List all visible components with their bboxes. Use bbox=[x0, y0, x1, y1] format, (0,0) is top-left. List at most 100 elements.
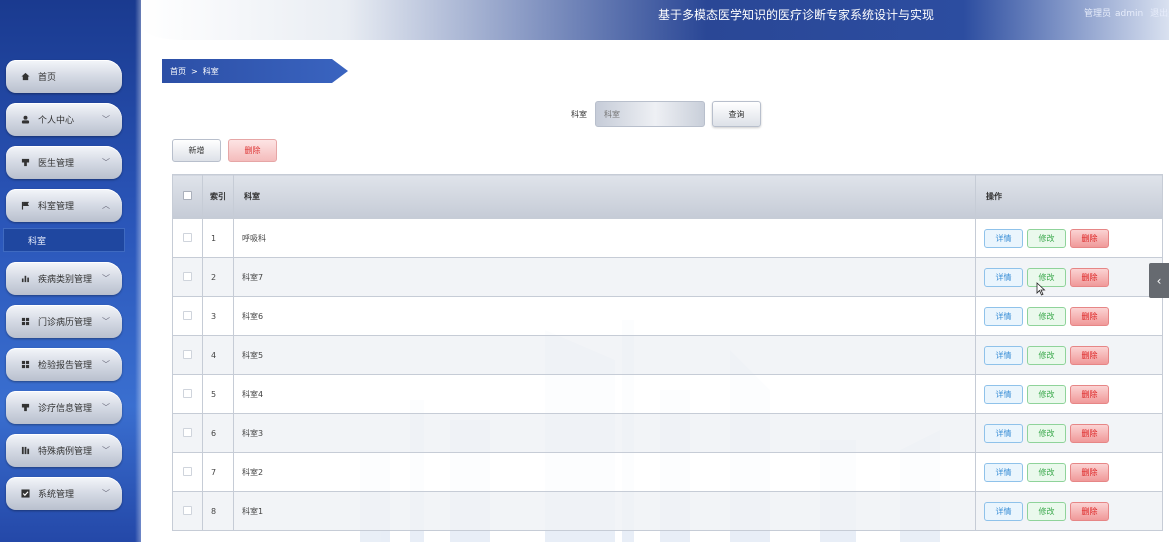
sidebar-item-2[interactable]: 个人中心 ﹀ bbox=[6, 103, 122, 136]
chevron-down-icon: ﹀ bbox=[102, 403, 110, 412]
chevron-down-icon: ﹀ bbox=[102, 489, 110, 498]
bar-icon bbox=[20, 446, 30, 456]
row-action-group: 详情 修改 删除 bbox=[984, 267, 1162, 287]
doctor-icon bbox=[20, 158, 30, 168]
row-action-group: 详情 修改 删除 bbox=[984, 423, 1162, 443]
row-index: 8 bbox=[202, 491, 234, 531]
sidebar-menu: 首页 个人中心 ﹀ 医生管理 ﹀ 科室管理 ︿ 科室 疾病类别管理 ﹀ 门诊病历管理 ﹀ 检验报告管理 ﹀… bbox=[3, 60, 125, 520]
delete-button[interactable]: 删除 bbox=[1070, 228, 1109, 248]
add-button[interactable]: 新增 bbox=[172, 139, 221, 162]
table-row: 5 科室4 详情 修改 删除 bbox=[172, 374, 1163, 414]
row-select-cell bbox=[172, 296, 203, 336]
detail-button[interactable]: 详情 bbox=[984, 384, 1023, 404]
row-department: 科室6 bbox=[233, 296, 976, 336]
edit-button[interactable]: 修改 bbox=[1027, 384, 1066, 404]
row-operations: 详情 修改 删除 bbox=[975, 491, 1163, 531]
delete-button[interactable]: 删除 bbox=[1070, 501, 1109, 521]
delete-button[interactable]: 删除 bbox=[1070, 306, 1109, 326]
detail-button[interactable]: 详情 bbox=[984, 501, 1023, 521]
sidebar-item-4[interactable]: 科室管理 ︿ bbox=[6, 189, 122, 222]
edit-button[interactable]: 修改 bbox=[1027, 228, 1066, 248]
row-action-group: 详情 修改 删除 bbox=[984, 228, 1162, 248]
sidebar-item-7[interactable]: 检验报告管理 ﹀ bbox=[6, 348, 122, 381]
chart-icon bbox=[20, 274, 30, 284]
checkbox-icon bbox=[20, 489, 30, 499]
row-checkbox[interactable] bbox=[183, 271, 192, 281]
logout-link[interactable]: 退出登录 bbox=[1150, 9, 1169, 19]
chevron-down-icon: ﹀ bbox=[102, 158, 110, 167]
row-checkbox[interactable] bbox=[183, 310, 192, 320]
detail-button[interactable]: 详情 bbox=[984, 423, 1023, 443]
breadcrumb-current: 科室 bbox=[202, 66, 219, 76]
flag-icon bbox=[20, 201, 30, 211]
collapse-tab[interactable]: ‹ bbox=[1149, 263, 1169, 298]
detail-button[interactable]: 详情 bbox=[984, 228, 1023, 248]
search-button[interactable]: 查询 bbox=[712, 101, 761, 127]
sidebar-item-8[interactable]: 诊疗信息管理 ﹀ bbox=[6, 391, 122, 424]
row-index: 2 bbox=[202, 257, 234, 297]
table-row: 6 科室3 详情 修改 删除 bbox=[172, 413, 1163, 453]
column-header-operation: 操作 bbox=[975, 174, 1163, 219]
sidebar-item-10[interactable]: 系统管理 ﹀ bbox=[6, 477, 122, 510]
breadcrumb-home[interactable]: 首页 bbox=[170, 66, 186, 77]
row-action-group: 详情 修改 删除 bbox=[984, 501, 1162, 521]
row-operations: 详情 修改 删除 bbox=[975, 413, 1163, 453]
sidebar-item-3[interactable]: 医生管理 ﹀ bbox=[6, 146, 122, 179]
grid-icon bbox=[20, 360, 30, 370]
search-input[interactable] bbox=[595, 101, 705, 127]
edit-button[interactable]: 修改 bbox=[1027, 345, 1066, 365]
row-checkbox[interactable] bbox=[183, 232, 192, 242]
row-select-cell bbox=[172, 413, 203, 453]
sidebar-item-5[interactable]: 疾病类别管理 ﹀ bbox=[6, 262, 122, 295]
grid-icon bbox=[20, 317, 30, 327]
delete-button[interactable]: 删除 bbox=[1070, 462, 1109, 482]
breadcrumb-separator: > bbox=[191, 66, 198, 76]
delete-button[interactable]: 删除 bbox=[1070, 267, 1109, 287]
sidebar-item-label: 检验报告管理 bbox=[38, 361, 93, 371]
row-checkbox[interactable] bbox=[183, 505, 192, 515]
row-department: 科室4 bbox=[233, 374, 976, 414]
row-department: 科室5 bbox=[233, 335, 976, 375]
detail-button[interactable]: 详情 bbox=[984, 306, 1023, 326]
column-header-department: 科室 bbox=[233, 174, 976, 219]
row-checkbox[interactable] bbox=[183, 349, 192, 359]
row-action-group: 详情 修改 删除 bbox=[984, 345, 1162, 365]
edit-button[interactable]: 修改 bbox=[1027, 423, 1066, 443]
breadcrumb: 首页 > 科室 bbox=[162, 59, 348, 83]
detail-button[interactable]: 详情 bbox=[984, 462, 1023, 482]
home-icon bbox=[20, 72, 30, 82]
edit-button[interactable]: 修改 bbox=[1027, 501, 1066, 521]
edit-button[interactable]: 修改 bbox=[1027, 306, 1066, 326]
user-icon bbox=[20, 115, 30, 125]
select-all-checkbox[interactable] bbox=[183, 191, 192, 200]
department-table: 索引 科室 操作 1 呼吸科 详情 修改 删除 2 科室7 详情 修改 删除 3 科室6 详情 修改 删除 4… bbox=[172, 174, 1163, 531]
row-checkbox[interactable] bbox=[183, 466, 192, 476]
sidebar-item-9[interactable]: 特殊病例管理 ﹀ bbox=[6, 434, 122, 467]
delete-button[interactable]: 删除 bbox=[1070, 423, 1109, 443]
row-index: 1 bbox=[202, 218, 234, 258]
sidebar-item-label: 科室管理 bbox=[38, 202, 75, 212]
table-row: 7 科室2 详情 修改 删除 bbox=[172, 452, 1163, 492]
batch-delete-button[interactable]: 删除 bbox=[228, 139, 277, 162]
delete-button[interactable]: 删除 bbox=[1070, 384, 1109, 404]
sidebar-item-6[interactable]: 门诊病历管理 ﹀ bbox=[6, 305, 122, 338]
edit-button[interactable]: 修改 bbox=[1027, 462, 1066, 482]
sidebar-item-1[interactable]: 首页 bbox=[6, 60, 122, 93]
row-checkbox[interactable] bbox=[183, 427, 192, 437]
delete-button[interactable]: 删除 bbox=[1070, 345, 1109, 365]
table-header-row: 索引 科室 操作 bbox=[172, 174, 1163, 219]
edit-button[interactable]: 修改 bbox=[1027, 267, 1066, 287]
user-name: admin bbox=[1115, 9, 1144, 19]
sidebar-item-label: 个人中心 bbox=[38, 116, 75, 126]
user-info: 管理员admin 退出登录 bbox=[1084, 6, 1169, 19]
row-checkbox[interactable] bbox=[183, 388, 192, 398]
row-index: 5 bbox=[202, 374, 234, 414]
row-department: 科室3 bbox=[233, 413, 976, 453]
row-operations: 详情 修改 删除 bbox=[975, 257, 1163, 297]
select-all-cell bbox=[172, 174, 203, 219]
detail-button[interactable]: 详情 bbox=[984, 345, 1023, 365]
doctor-icon bbox=[20, 403, 30, 413]
sidebar-subitem-department[interactable]: 科室 bbox=[3, 228, 125, 252]
detail-button[interactable]: 详情 bbox=[984, 267, 1023, 287]
mouse-cursor-icon bbox=[1036, 282, 1046, 296]
